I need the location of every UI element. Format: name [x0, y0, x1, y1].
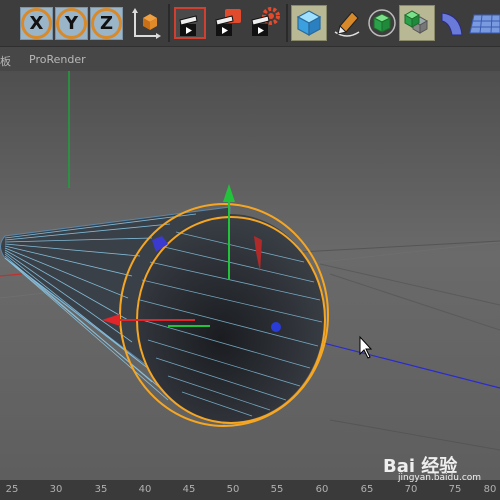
render-view-button[interactable] [172, 5, 208, 41]
array-cloner-button[interactable] [399, 5, 435, 41]
render-view-icon [174, 7, 206, 39]
y-axis-lock-button[interactable]: Y [55, 7, 88, 40]
ruler-tick: 60 [315, 484, 329, 495]
deformer-icon [441, 12, 463, 36]
y-axis-label: Y [56, 8, 87, 39]
z-axis-lock-button[interactable]: Z [90, 7, 123, 40]
floor-icon [469, 14, 500, 34]
ruler-tick: 25 [5, 484, 19, 495]
toolbar-separator [286, 4, 288, 42]
subdivision-icon [368, 9, 396, 37]
x-axis-lock-button[interactable]: X [20, 7, 53, 40]
z-axis-label: Z [91, 8, 122, 39]
toolbar-separator [168, 4, 170, 42]
main-toolbar: X Y Z [0, 0, 500, 46]
pen-spline-button[interactable] [329, 5, 365, 41]
3d-viewport[interactable] [0, 71, 500, 480]
ruler-tick: 35 [94, 484, 108, 495]
gizmo-z-handle[interactable] [271, 322, 281, 332]
array-icon [403, 10, 429, 34]
ruler-tick: 45 [182, 484, 196, 495]
render-settings-button[interactable] [246, 5, 282, 41]
coordinate-system-icon [132, 8, 161, 39]
coordinate-system-button[interactable] [128, 5, 164, 41]
cube-object-button[interactable] [291, 5, 327, 41]
ruler-tick: 55 [270, 484, 284, 495]
ruler-tick: 75 [448, 484, 462, 495]
ruler-tick: 50 [226, 484, 240, 495]
ruler-tick: 30 [49, 484, 63, 495]
ruler-tick: 40 [138, 484, 152, 495]
cube-icon [296, 10, 322, 37]
ruler-tick: 65 [360, 484, 374, 495]
render-settings-icon [251, 7, 280, 36]
render-picture-icon [215, 9, 241, 36]
ruler-tick: 80 [483, 484, 497, 495]
subdivision-surface-button[interactable] [364, 5, 400, 41]
timeline-ruler[interactable]: 25 30 35 40 45 50 55 60 65 70 75 80 [0, 480, 500, 500]
x-axis-label: X [21, 8, 52, 39]
viewport-canvas[interactable] [0, 71, 500, 480]
ruler-tick: 70 [404, 484, 418, 495]
viewport-menubar: 面板 ProRender [0, 46, 500, 72]
watermark-url: jingyan.baidu.com [398, 473, 482, 483]
pen-icon [334, 11, 360, 37]
render-to-picture-viewer-button[interactable] [210, 5, 246, 41]
floor-object-button[interactable] [468, 5, 500, 41]
bend-deformer-button[interactable] [437, 5, 467, 41]
panel-menu[interactable]: 面板 [0, 53, 11, 69]
prorender-menu[interactable]: ProRender [29, 53, 86, 66]
